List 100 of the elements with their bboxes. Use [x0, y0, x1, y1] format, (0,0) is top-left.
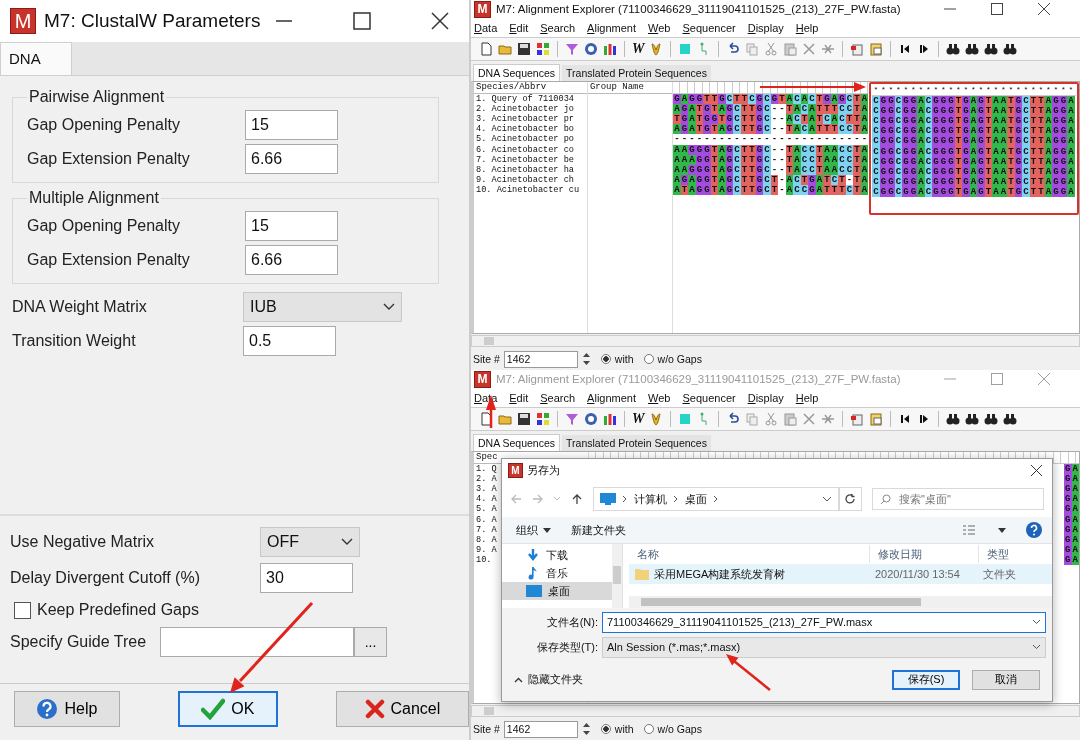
menu-item[interactable]: Search — [540, 21, 576, 34]
browse-button[interactable]: ... — [354, 627, 387, 657]
help-button[interactable]: Help — [14, 691, 120, 727]
chevron-up-icon — [514, 676, 523, 683]
species-name[interactable]: 5. Acinetobacter po — [474, 134, 587, 145]
binoculars-icon[interactable] — [965, 41, 980, 56]
cancel-button[interactable]: Cancel — [335, 691, 469, 727]
sequence-row: GA — [1064, 545, 1079, 556]
column-header: Group Name — [587, 81, 673, 94]
paste-icon[interactable] — [869, 41, 884, 56]
toolbar-button[interactable]: W — [632, 40, 645, 57]
window-title: M7: Alignment Explorer (71100346629_31119041101525_(213)_27F_PW.fasta) — [496, 373, 902, 386]
number-field[interactable]: 30 — [260, 563, 353, 593]
field-label: Gap Opening Penalty — [27, 217, 181, 235]
menu-item[interactable]: Alignment — [587, 21, 636, 34]
file-row[interactable]: 采用MEGA构建系统发育树 2020/11/30 13:54 文件夹 — [629, 564, 1052, 584]
radio-label: with — [614, 353, 634, 366]
group-title: Pairwise Alignment — [28, 88, 166, 106]
sequence-row: AGATGTAGCTTGC--TACATTTCCTA — [673, 103, 869, 114]
species-name[interactable]: 6. Acinetobacter co — [474, 144, 587, 155]
paste-icon[interactable] — [850, 41, 865, 56]
tab[interactable]: DNA Sequences — [473, 63, 561, 81]
caret-icon[interactable] — [998, 527, 1006, 533]
desktop-icon — [526, 585, 542, 597]
dropdown[interactable]: IUB — [243, 292, 402, 322]
menu-item[interactable]: Data — [474, 21, 498, 34]
organize-menu[interactable]: 组织 — [516, 522, 551, 538]
sequence-row: CGGCGGACGGGTGAGTAATGCTTAGGA — [872, 166, 1076, 178]
binoculars-icon[interactable] — [1003, 41, 1018, 56]
species-name[interactable]: 8. Acinetobacter ha — [474, 164, 587, 176]
radio-label: w/o Gaps — [657, 723, 702, 736]
ok-button[interactable]: OK — [177, 691, 278, 727]
search-icon — [880, 494, 891, 505]
menu-item[interactable]: Help — [795, 21, 819, 34]
species-name[interactable]: 9. Acinetobacter ch — [474, 175, 587, 186]
close-icon[interactable] — [431, 12, 449, 30]
maximize-icon[interactable] — [991, 3, 1003, 16]
dropdown[interactable]: OFF — [260, 527, 360, 557]
nav-item[interactable]: 下载 — [502, 546, 612, 564]
number-field[interactable]: 15 — [245, 211, 338, 241]
species-name[interactable]: 4. Acinetobacter bo — [474, 124, 587, 135]
species-name[interactable]: 3. Acinetobacter pr — [474, 113, 587, 125]
caret-icon[interactable] — [821, 496, 832, 502]
species-name[interactable]: 7. Acinetobacter be — [474, 154, 587, 165]
menu-item[interactable]: Display — [747, 21, 784, 34]
up-arrow-icon[interactable] — [570, 493, 583, 505]
text-field[interactable] — [160, 627, 354, 657]
tab[interactable]: Translated Protein Sequences — [562, 64, 711, 81]
spin-icon[interactable] — [581, 351, 591, 368]
new-folder-button[interactable]: 新建文件夹 — [571, 522, 626, 538]
maximize-icon[interactable] — [353, 12, 371, 30]
save-icon[interactable] — [517, 41, 531, 56]
globe-icon[interactable] — [584, 41, 598, 56]
number-field[interactable]: 0.5 — [243, 326, 336, 356]
sequence-row: AGATGTAGCTTGC--TACATTTCCTA — [673, 124, 869, 135]
scrollbar[interactable] — [629, 596, 1052, 608]
tab[interactable]: DNA — [0, 42, 72, 75]
nav-item[interactable]: 音乐 — [502, 564, 612, 582]
menu-item[interactable]: Sequencer — [682, 21, 736, 34]
scrollbar[interactable] — [471, 335, 1080, 348]
number-field[interactable]: 6.66 — [245, 144, 338, 174]
radio-label: with — [614, 723, 634, 736]
sequence-row: CGGCGGACGGGTGAGTAATGCTTAGGA — [872, 105, 1076, 116]
sequence-row: CGGCGGACGGGTGAGTAATGCTTAGGA — [872, 187, 1076, 198]
checkbox[interactable] — [14, 601, 31, 619]
column-header[interactable]: 修改日期 — [870, 545, 979, 563]
close-icon[interactable] — [1031, 464, 1042, 476]
species-name[interactable]: 2. Acinetobacter jo — [474, 103, 587, 114]
close-icon[interactable] — [1038, 3, 1050, 16]
radio-button[interactable] — [600, 354, 611, 365]
chevron-icon — [712, 495, 719, 503]
breadcrumb[interactable]: 桌面 — [684, 491, 707, 507]
menu-item[interactable]: Edit — [509, 21, 529, 34]
nav-item[interactable]: 桌面 — [502, 582, 612, 600]
sequence-row: CGGCGGACGGGTGAGTAATGCTTAGGA — [872, 177, 1076, 188]
address-bar[interactable]: 计算机 桌面 — [592, 487, 839, 511]
caret-icon — [383, 303, 395, 311]
species-name[interactable]: 1. Query of 7110034 — [474, 93, 587, 104]
column-header[interactable]: 类型 — [979, 545, 1052, 563]
new-file-icon[interactable] — [479, 41, 493, 56]
caret-icon — [1032, 644, 1041, 650]
delete-icon[interactable] — [802, 41, 817, 56]
radio-button[interactable] — [643, 354, 654, 365]
menu-item[interactable]: Web — [648, 21, 671, 34]
number-field[interactable]: 15 — [245, 110, 338, 140]
search-field[interactable]: 搜索"桌面" — [872, 488, 1044, 510]
species-name[interactable]: 10. Acinetobacter cu — [474, 185, 587, 196]
number-field[interactable]: 1462 — [503, 350, 578, 368]
undo-icon[interactable] — [726, 41, 741, 56]
caret-icon — [341, 538, 353, 546]
scrollbar[interactable] — [612, 544, 622, 608]
column-header[interactable]: 名称 — [629, 545, 870, 563]
breadcrumb[interactable]: 计算机 — [633, 491, 667, 507]
number-field[interactable]: 6.66 — [245, 245, 338, 275]
binoculars-icon[interactable] — [946, 41, 961, 56]
refresh-button[interactable] — [838, 487, 862, 511]
help-icon[interactable] — [1026, 522, 1042, 538]
binoculars-icon[interactable] — [984, 41, 999, 56]
tiles-icon[interactable] — [536, 41, 550, 56]
funnel-icon[interactable] — [565, 41, 579, 56]
